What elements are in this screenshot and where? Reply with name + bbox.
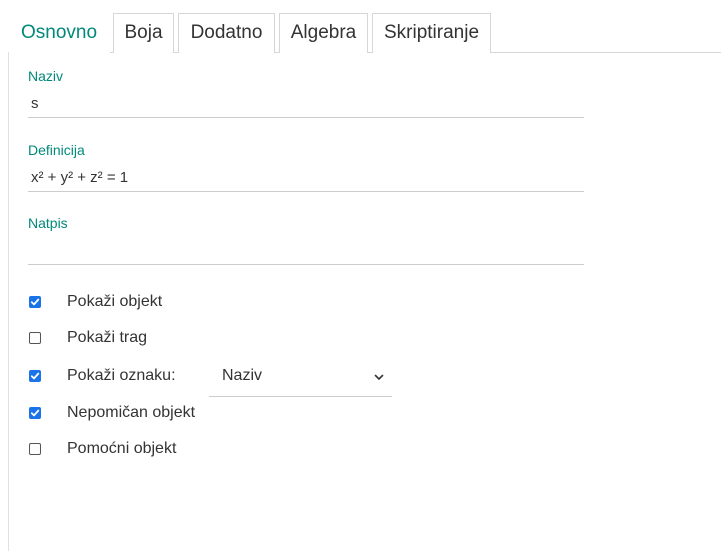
tab-algebra[interactable]: Algebra [279, 13, 368, 53]
pokazi-objekt-checkbox[interactable] [29, 296, 41, 308]
naziv-label: Naziv [28, 68, 64, 84]
check-icon [30, 409, 40, 417]
pokazi-oznaku-label: Pokaži oznaku: [67, 367, 176, 384]
natpis-input[interactable] [28, 237, 584, 265]
pokazi-oznaku-checkbox[interactable] [29, 370, 41, 382]
nepomican-objekt-row: Nepomičan objekt [29, 403, 429, 427]
pomocni-objekt-label: Pomoćni objekt [67, 440, 177, 457]
definicija-label: Definicija [28, 142, 85, 158]
check-icon [30, 298, 40, 306]
naziv-input[interactable] [28, 90, 584, 118]
pokazi-objekt-label: Pokaži objekt [67, 293, 163, 310]
pomocni-objekt-row: Pomoćni objekt [29, 439, 429, 463]
pomocni-objekt-checkbox[interactable] [29, 443, 41, 455]
tab-dodatno[interactable]: Dodatno [178, 13, 275, 53]
panel-left-border [8, 52, 9, 551]
chevron-down-icon [374, 374, 384, 380]
label-style-selected: Naziv [222, 367, 263, 384]
tab-skriptiranje[interactable]: Skriptiranje [372, 13, 491, 53]
tab-boja[interactable]: Boja [113, 13, 174, 53]
definicija-input[interactable] [28, 164, 584, 192]
tab-osnovno[interactable]: Osnovno [9, 13, 109, 53]
pokazi-trag-label: Pokaži trag [67, 329, 148, 346]
pokazi-trag-checkbox[interactable] [29, 332, 41, 344]
pokazi-trag-row: Pokaži trag [29, 328, 429, 352]
label-style-dropdown[interactable]: Naziv [209, 357, 392, 397]
tab-bar: Osnovno Boja Dodatno Algebra Skriptiranj… [0, 0, 721, 53]
nepomican-objekt-checkbox[interactable] [29, 407, 41, 419]
check-icon [30, 372, 40, 380]
nepomican-objekt-label: Nepomičan objekt [67, 404, 196, 421]
pokazi-objekt-row: Pokaži objekt [29, 292, 429, 316]
natpis-label: Natpis [28, 215, 68, 231]
